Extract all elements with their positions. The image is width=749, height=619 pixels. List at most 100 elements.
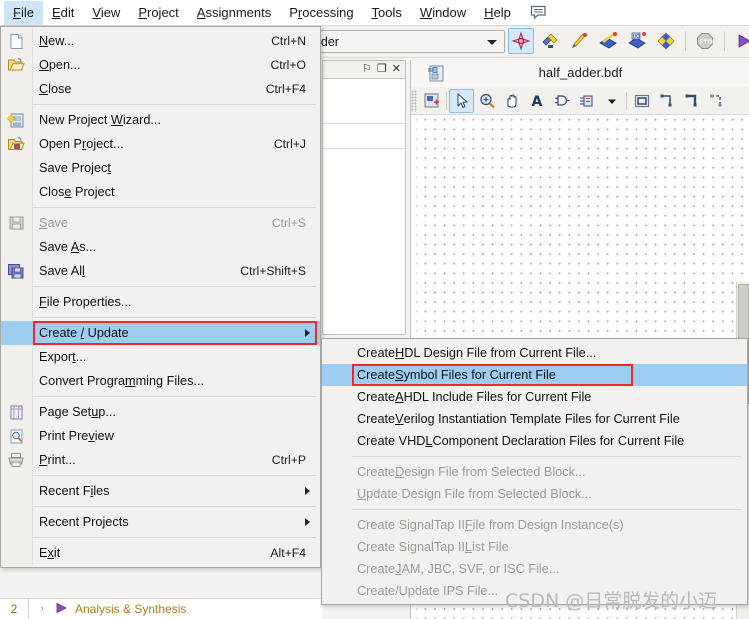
selection-tool-icon[interactable] — [449, 88, 474, 113]
menu-item-save-as[interactable]: Save As... — [1, 235, 320, 259]
menu-item-label: Save — [39, 216, 68, 230]
submenu-item-update-design-file-from-block[interactable]: Update Design File from Selected Block..… — [322, 483, 747, 505]
menu-separator-7 — [33, 506, 316, 507]
orthogonal-conduit-tool-icon[interactable] — [704, 89, 729, 113]
menu-separator-4 — [33, 317, 316, 318]
menu-item-print-preview[interactable]: Print Preview — [1, 424, 320, 448]
submenu-item-create-symbol-files[interactable]: Create Symbol Files for Current File — [322, 364, 747, 386]
programmer-icon[interactable] — [653, 28, 679, 54]
menu-item-label: Convert Programming Files... — [39, 374, 204, 388]
submenu-item-create-vhdl-component-declaration[interactable]: Create VHD L Component Declaration Files … — [322, 430, 747, 452]
menu-separator-6 — [33, 475, 316, 476]
print-preview-icon — [1, 424, 31, 448]
submenu-item-create-jam-jbc-svf-isc-file[interactable]: Create J AM, JBC, SVF, or ISC File... — [322, 558, 747, 580]
open-project-icon — [1, 132, 31, 156]
menu-item-file-properties[interactable]: File Properties... — [1, 290, 320, 314]
comment-icon[interactable] — [530, 5, 547, 20]
toolbar-grip[interactable] — [411, 89, 417, 112]
new-symbol-icon[interactable] — [419, 89, 444, 113]
menu-item-new-project-wizard[interactable]: New Project Wizard... — [1, 108, 320, 132]
start-compilation-timing-icon[interactable]: I/O — [624, 28, 650, 54]
menu-item-new[interactable]: New... Ctrl+N — [1, 29, 320, 53]
menu-item-label: Create / Update — [39, 326, 129, 340]
menu-item-open-project[interactable]: Open Project... Ctrl+J — [1, 132, 320, 156]
zoom-tool-icon[interactable] — [474, 89, 499, 113]
block-tool-icon[interactable] — [574, 89, 599, 113]
menubar-item-file[interactable]: File — [4, 0, 43, 25]
symbol-tool-icon[interactable] — [549, 89, 574, 113]
run-task-icon[interactable] — [55, 602, 68, 617]
menu-item-label: Close — [39, 82, 72, 96]
menu-item-convert-programming-files[interactable]: Convert Programming Files... — [1, 369, 320, 393]
stop-icon[interactable]: STOP — [692, 28, 718, 54]
menu-item-export[interactable]: Export... — [1, 345, 320, 369]
menu-separator-5 — [33, 396, 316, 397]
chevron-right-icon[interactable]: › — [29, 603, 55, 615]
menu-item-save-project[interactable]: Save Project — [1, 156, 320, 180]
menubar-item-assignments[interactable]: Assignments — [188, 1, 280, 25]
hand-tool-icon[interactable] — [499, 89, 524, 113]
orthogonal-node-tool-icon[interactable] — [654, 89, 679, 113]
open-folder-icon — [1, 53, 31, 77]
divider-2 — [323, 148, 405, 149]
menu-item-recent-files[interactable]: Recent Files — [1, 479, 320, 503]
menubar-item-view[interactable]: View — [83, 1, 129, 25]
menu-item-label: Exit — [39, 546, 61, 560]
no-icon — [1, 510, 31, 534]
menu-item-exit[interactable]: Exit Alt+F4 — [1, 541, 320, 565]
menu-item-save[interactable]: Save Ctrl+S — [1, 211, 320, 235]
menu-item-save-all[interactable]: Save All Ctrl+Shift+S — [1, 259, 320, 283]
task-label[interactable]: Analysis & Synthesis — [75, 602, 186, 616]
project-revision-combo[interactable]: adder — [300, 30, 505, 53]
dropdown-arrow-icon[interactable] — [599, 89, 624, 113]
create-update-submenu: Create H DL Design File from Current File… — [321, 338, 748, 605]
submenu-item-create-verilog-instantiation-template[interactable]: Create Verilog Instantiation Template Fi… — [322, 408, 747, 430]
print-icon — [1, 448, 31, 472]
pin-icon[interactable]: ⚐ — [362, 64, 372, 75]
submenu-arrow-icon — [305, 487, 310, 495]
chevron-down-icon[interactable] — [487, 40, 497, 45]
submenu-item-create-design-file-from-block[interactable]: Create Design File from Selected Block..… — [322, 461, 747, 483]
no-icon — [1, 156, 31, 180]
text-tool-icon[interactable]: A — [524, 89, 549, 113]
restore-icon[interactable]: ❐ — [377, 64, 387, 75]
analysis-synthesis-icon[interactable] — [566, 28, 592, 54]
menu-item-print[interactable]: Print... Ctrl+P — [1, 448, 320, 472]
submenu-separator — [352, 456, 741, 457]
start-icon[interactable] — [731, 28, 749, 54]
orthogonal-bus-tool-icon[interactable] — [679, 89, 704, 113]
close-icon[interactable]: ✕ — [392, 64, 401, 75]
menu-item-accel: Ctrl+J — [273, 137, 306, 151]
menubar-item-tools[interactable]: Tools — [363, 1, 411, 25]
submenu-item-create-update-ips-file[interactable]: Create/Update IPS File... — [322, 580, 747, 602]
submenu-item-create-signaltap-list-file[interactable]: Create SignalTap II List File — [322, 536, 747, 558]
menu-item-label: Open... — [39, 58, 81, 72]
rectangle-tool-icon[interactable] — [629, 89, 654, 113]
menubar-item-window[interactable]: Window — [411, 1, 475, 25]
toolbar-divider-a — [446, 91, 447, 110]
menu-item-open[interactable]: Open... Ctrl+O — [1, 53, 320, 77]
new-project-wizard-icon — [1, 108, 31, 132]
menubar-item-edit[interactable]: Edit — [43, 1, 83, 25]
submenu-arrow-icon — [305, 518, 310, 526]
editor-tab-title[interactable]: half_adder.bdf — [411, 65, 749, 80]
menu-separator-2 — [33, 207, 316, 208]
menu-item-create-update[interactable]: Create / Update — [1, 321, 320, 345]
compilation-report-icon[interactable] — [508, 28, 534, 54]
submenu-item-create-signaltap-file-from-instances[interactable]: Create SignalTap II File from Design Ins… — [322, 514, 747, 536]
menubar-item-help[interactable]: Help — [475, 1, 520, 25]
menu-item-accel: Ctrl+N — [271, 34, 306, 48]
menubar-item-processing[interactable]: Processing — [280, 1, 362, 25]
no-icon — [1, 180, 31, 204]
menu-item-recent-projects[interactable]: Recent Projects — [1, 510, 320, 534]
start-compilation-icon[interactable] — [595, 28, 621, 54]
menu-item-close-project[interactable]: Close Project — [1, 180, 320, 204]
menu-item-close[interactable]: Close Ctrl+F4 — [1, 77, 320, 101]
no-icon — [1, 541, 31, 565]
analysis-elaboration-icon[interactable] — [537, 28, 563, 54]
submenu-item-create-hdl-design-file[interactable]: Create H DL Design File from Current File… — [322, 342, 747, 364]
menu-item-label: Save Project — [39, 161, 111, 175]
menubar-item-project[interactable]: Project — [129, 1, 187, 25]
submenu-item-create-ahdl-include-files[interactable]: Create A HDL Include Files for Current Fi… — [322, 386, 747, 408]
menu-item-page-setup[interactable]: Page Setup... — [1, 400, 320, 424]
